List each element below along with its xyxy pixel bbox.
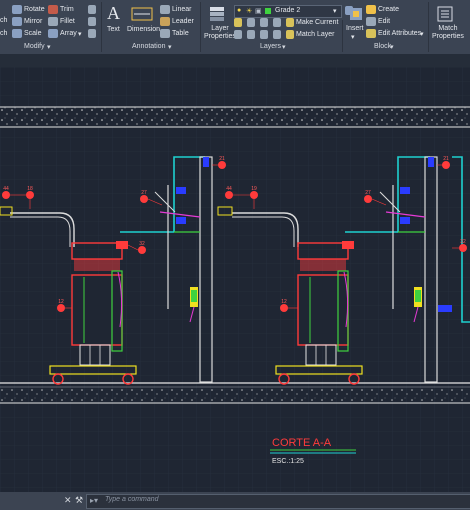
wrench-icon[interactable]: ⚒ [75,495,83,506]
annotation-panel-title[interactable]: Annotation [132,43,165,50]
dimension-button[interactable]: Dimension [127,26,160,33]
cut-off-label-2: ch [0,30,8,37]
insert-dropdown-icon[interactable]: ▾ [351,33,355,41]
layer-color-swatch [265,8,271,14]
panel-divider [101,2,102,52]
modify-panel-dropdown-icon[interactable]: ▾ [47,43,51,51]
leader-dropdown[interactable]: Leader [172,18,194,25]
layers-panel-dropdown-icon[interactable]: ▾ [282,43,286,51]
create-block-icon[interactable] [366,5,376,14]
file-tab-strip [0,54,470,67]
table-button[interactable]: Table [172,30,189,37]
make-current-icon[interactable] [286,18,294,27]
callout-label: 44 [226,186,232,192]
erase-icon[interactable] [88,5,96,14]
layer-properties-button[interactable]: Layer Properties [204,25,236,41]
edit-block-icon[interactable] [366,17,376,26]
array-icon[interactable] [48,29,58,38]
match-properties-button[interactable]: Match Properties [432,25,464,41]
callout-label: 21 [219,156,225,162]
ribbon: ch ch Rotate Trim Mirror Fillet Scale Ar… [0,0,470,55]
sun-icon: ☀ [246,8,253,15]
callout-label: 44 [3,186,9,192]
callout-label: 32 [460,239,466,245]
current-layer-name: Grade 2 [275,7,301,14]
layer-dropdown[interactable]: ● ☀ ▣ Grade 2 ▾ [234,5,342,18]
callout-label: 12 [281,299,287,305]
callout-label: 27 [141,190,147,196]
linear-icon[interactable] [160,5,170,14]
edit-attributes-button[interactable]: Edit Attributes [378,30,421,37]
trim-icon[interactable] [48,5,58,14]
block-panel-title[interactable]: Block [374,43,391,50]
callout-label: 12 [58,299,64,305]
callout-label: 19 [251,186,257,192]
callout-label: 18 [27,186,33,192]
section-title: CORTE A-A [272,437,332,449]
scale-button[interactable]: Scale [24,30,42,37]
drawing-canvas[interactable]: 44 18 27 21 32 12 44 19 27 21 32 12 CORT… [0,67,470,492]
linear-dropdown[interactable]: Linear [172,6,191,13]
layer-tool-icon[interactable] [260,18,268,27]
command-input-box[interactable]: ▸▾ Type a command [86,494,470,509]
layer-tool-icon[interactable] [273,18,281,27]
panel-divider [200,2,201,52]
close-icon[interactable]: ✕ [64,495,72,506]
layer-tool-icon[interactable] [234,30,242,39]
layers-panel-title[interactable]: Layers [260,43,281,50]
table-icon[interactable] [160,29,170,38]
grid-background [0,67,470,492]
match-layer-button[interactable]: Match Layer [296,31,335,38]
match-properties-icon[interactable] [436,5,454,23]
layer-tool-icon[interactable] [234,18,242,27]
callout-label: 32 [139,241,145,247]
callout-label: 27 [365,190,371,196]
panel-divider [342,20,343,52]
mirror-icon[interactable] [12,17,22,26]
upper-slab [0,106,470,128]
make-current-button[interactable]: Make Current [296,19,338,26]
text-icon[interactable]: A [107,3,120,24]
callout-label: 21 [443,156,449,162]
layer-tool-icon[interactable] [247,30,255,39]
scale-label: ESC.:1:25 [272,458,304,465]
layer-properties-icon[interactable] [208,5,226,23]
edit-attributes-icon[interactable] [366,29,376,38]
chevron-down-icon: ▾ [333,8,337,15]
block-panel-dropdown-icon[interactable]: ▾ [390,43,394,51]
array-button[interactable]: Array [60,30,77,37]
insert-icon[interactable] [347,5,365,23]
fillet-icon[interactable] [48,17,58,26]
layer-tool-icon[interactable] [273,30,281,39]
lightbulb-icon: ● [237,7,242,14]
layer-tool-icon[interactable] [260,30,268,39]
annotation-panel-dropdown-icon[interactable]: ▾ [168,43,172,51]
mirror-button[interactable]: Mirror [24,18,42,25]
command-prompt-icon: ▸▾ [90,496,99,505]
offset-icon[interactable] [88,29,96,38]
insert-button[interactable]: Insert [346,25,364,32]
panel-divider [428,2,429,52]
command-input[interactable]: Type a command [105,496,159,503]
rotate-icon[interactable] [12,5,22,14]
dimension-icon[interactable] [131,6,153,22]
cut-off-label: ch [0,17,8,24]
explode-icon[interactable] [88,17,96,26]
scale-icon[interactable] [12,29,22,38]
rotate-button[interactable]: Rotate [24,6,45,13]
leader-icon[interactable] [160,17,170,26]
drawing[interactable]: 44 18 27 21 32 12 44 19 27 21 32 12 CORT… [0,67,470,492]
create-block-button[interactable]: Create [378,6,399,13]
fillet-button[interactable]: Fillet [60,18,75,25]
array-dropdown-icon[interactable]: ▾ [78,30,82,38]
trim-button[interactable]: Trim [60,6,74,13]
text-button[interactable]: Text [107,26,120,33]
edit-block-button[interactable]: Edit [378,18,390,25]
lock-icon: ▣ [255,8,262,15]
match-layer-icon[interactable] [286,30,294,39]
edit-attributes-dropdown-icon[interactable]: ▾ [420,30,424,38]
modify-panel-title[interactable]: Modify [24,43,45,50]
layer-tool-icon[interactable] [247,18,255,27]
